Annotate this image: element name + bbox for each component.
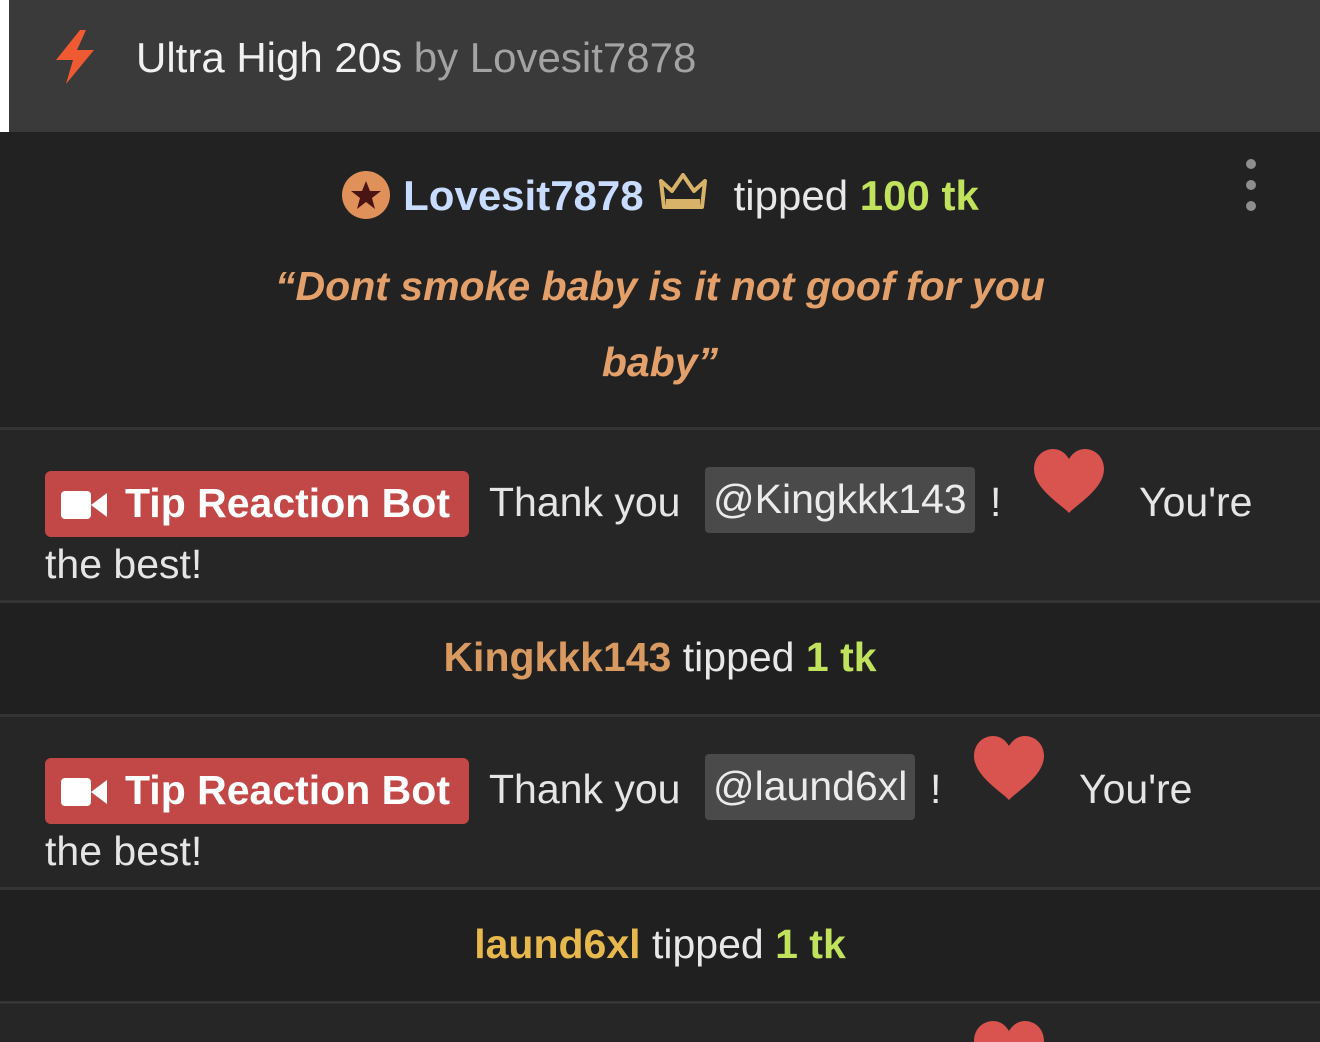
tipped-word: tipped: [651, 921, 764, 967]
featured-tip-line: Lovesit7878 tipped 100 tk: [0, 168, 1320, 224]
exclamation: !: [990, 479, 1002, 525]
tip-amount: 1 tk: [775, 921, 846, 967]
crown-icon: [658, 172, 707, 209]
tip-message: “Dont smoke baby is it not goof for you …: [275, 263, 1045, 385]
star-badge-icon: [342, 170, 391, 219]
tipper-username[interactable]: Lovesit7878: [403, 172, 643, 219]
user-mention[interactable]: @Kingkkk143: [705, 467, 975, 533]
tip-amount: 1 tk: [805, 634, 877, 680]
youre-text: You're: [1139, 479, 1253, 525]
show-name: Ultra High 20s: [136, 34, 403, 81]
show-owner: by Lovesit7878: [413, 34, 697, 81]
video-camera-icon: [61, 778, 107, 806]
tip-amount: 100 tk: [859, 172, 979, 219]
tipper-username[interactable]: laund6xl: [474, 921, 640, 967]
room-header: Ultra High 20s by Lovesit7878: [0, 0, 1320, 132]
room-title[interactable]: Ultra High 20s by Lovesit7878: [136, 30, 696, 86]
tipper-username[interactable]: Kingkkk143: [443, 634, 671, 680]
bot-badge[interactable]: Tip Reaction Bot: [45, 471, 469, 537]
bot-name: Tip Reaction Bot: [125, 767, 450, 813]
message-continuation: the best!: [45, 541, 203, 587]
featured-tip: Lovesit7878 tipped 100 tk “Dont smoke ba…: [0, 132, 1320, 427]
lightning-bolt-icon: [56, 30, 94, 84]
exclamation: !: [930, 766, 942, 812]
thank-you-text: Thank you: [489, 766, 681, 812]
user-mention[interactable]: @laund6xl: [705, 754, 916, 820]
chat-message-partial: [0, 1004, 1320, 1042]
youre-text: You're: [1079, 766, 1193, 812]
chat-message: Tip Reaction Bot Thank you @Kingkkk143 !…: [0, 430, 1320, 600]
tipped-word: tipped: [682, 634, 795, 680]
tip-notice: laund6xl tipped 1 tk: [0, 890, 1320, 1001]
tipped-word: tipped: [733, 172, 849, 219]
more-options-icon[interactable]: [1240, 158, 1262, 212]
thank-you-text: Thank you: [489, 479, 681, 525]
bot-name: Tip Reaction Bot: [125, 480, 450, 526]
heart-icon: [974, 736, 1044, 800]
heart-icon: [974, 1021, 1044, 1042]
chat-message: Tip Reaction Bot Thank you @laund6xl ! Y…: [0, 717, 1320, 887]
message-continuation: the best!: [45, 828, 203, 874]
tip-notice: Kingkkk143 tipped 1 tk: [0, 603, 1320, 714]
heart-icon: [1034, 449, 1104, 513]
bot-badge[interactable]: Tip Reaction Bot: [45, 758, 469, 824]
video-camera-icon: [61, 491, 107, 519]
header-edge-highlight: [0, 0, 9, 132]
